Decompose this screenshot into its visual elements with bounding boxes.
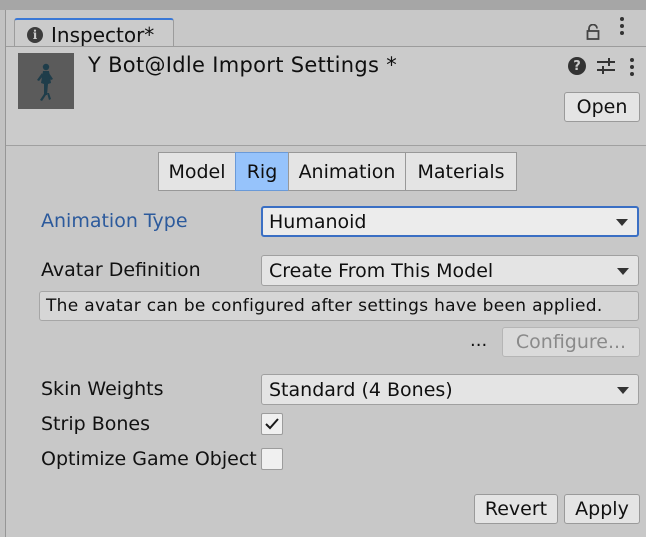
header-menu-kebab-icon[interactable] [630,58,634,76]
skin-weights-dropdown[interactable]: Standard (4 Bones) [261,374,639,405]
lock-icon[interactable] [586,24,600,40]
tab-menu-kebab-icon[interactable] [620,17,624,35]
configure-button[interactable]: Configure... [502,327,640,357]
tab-animation[interactable]: Animation [288,152,406,191]
skin-weights-value: Standard (4 Bones) [269,378,453,401]
animation-type-value: Humanoid [269,210,367,233]
asset-header: Y Bot@Idle Import Settings * ? Open [6,46,646,146]
avatar-definition-label: Avatar Definition [41,259,201,281]
tab-rig[interactable]: Rig [235,152,289,191]
optimize-game-objects-label: Optimize Game Object [41,448,257,470]
chevron-down-icon [616,218,628,226]
character-preview-icon [18,53,74,109]
strip-bones-label: Strip Bones [41,413,150,435]
help-icon[interactable]: ? [568,57,586,75]
inspector-window: i Inspector* Y Bot@Idle Import Settings [5,10,646,537]
strip-bones-checkbox[interactable] [261,413,283,435]
sliders-icon[interactable] [596,57,616,75]
avatar-definition-dropdown[interactable]: Create From This Model [261,255,639,286]
revert-button[interactable]: Revert [474,494,558,524]
ellipsis-text: ... [470,330,488,351]
chevron-down-icon [617,386,629,394]
avatar-definition-value: Create From This Model [269,259,494,282]
import-settings-tabs: Model Rig Animation Materials [158,152,517,191]
optimize-game-objects-checkbox[interactable] [261,448,283,470]
chevron-down-icon [617,267,629,275]
top-strip [0,0,646,10]
open-button[interactable]: Open [564,92,640,122]
help-box: The avatar can be configured after setti… [39,291,639,321]
asset-title: Y Bot@Idle Import Settings * [88,53,398,77]
apply-button[interactable]: Apply [564,494,640,524]
animation-type-label: Animation Type [41,210,188,232]
checkmark-icon [265,418,279,430]
tab-materials[interactable]: Materials [405,152,517,191]
inspector-tab-label: Inspector* [51,23,155,47]
skin-weights-label: Skin Weights [41,378,164,400]
animation-type-dropdown[interactable]: Humanoid [261,206,639,237]
info-icon: i [27,27,43,43]
model-thumbnail [18,53,74,109]
tab-model[interactable]: Model [158,152,236,191]
